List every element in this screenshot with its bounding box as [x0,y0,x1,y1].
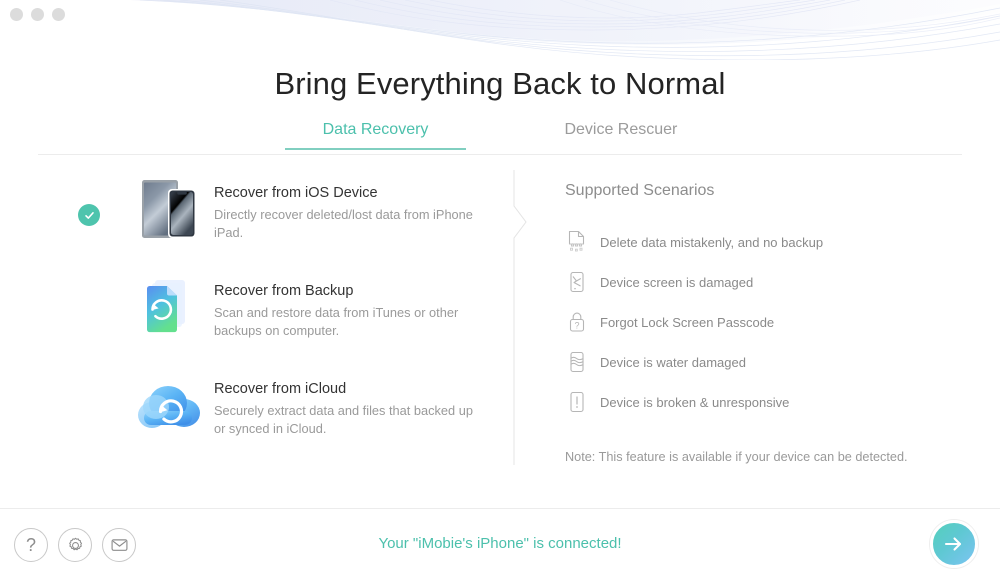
supported-scenarios-panel: Supported Scenarios Delete data mistaken… [565,182,965,464]
scenario-item: Device is broken & unresponsive [565,382,965,422]
tab-data-recovery[interactable]: Data Recovery [284,119,467,150]
option-recover-from-icloud[interactable]: Recover from iCloud Securely extract dat… [80,366,500,444]
scenario-label: Device is water damaged [600,354,746,370]
option-description: Directly recover deleted/lost data from … [214,207,473,240]
cracked-screen-icon [565,270,589,294]
option-title: Recover from Backup [214,283,354,299]
maximize-dot[interactable] [52,8,65,21]
option-description: Securely extract data and files that bac… [214,403,473,436]
selected-check-icon [78,204,100,226]
device-alert-icon [565,390,589,414]
minimize-dot[interactable] [31,8,44,21]
close-dot[interactable] [10,8,23,21]
tab-bar-divider [38,154,962,155]
connection-status-text: Your "iMobie's iPhone" is connected! [378,535,622,552]
footer-bar: ? Your "iMobie's iPhone" is connected! [0,509,1000,580]
scenarios-heading: Supported Scenarios [565,182,715,199]
option-text-block: Recover from iOS Device Directly recover… [214,170,482,242]
scenario-label: Device screen is damaged [600,274,754,290]
option-recover-from-ios-device[interactable]: Recover from iOS Device Directly recover… [78,170,500,248]
option-text-block: Recover from iCloud Securely extract dat… [214,366,482,438]
option-recover-from-backup[interactable]: Recover from Backup Scan and restore dat… [80,268,500,346]
recovery-mode-list: Recover from iOS Device Directly recover… [78,170,500,444]
scenario-label: Delete data mistakenly, and no backup [600,234,824,250]
scenario-item: Device is water damaged [565,342,965,382]
window-controls[interactable] [10,8,65,21]
option-title: Recover from iOS Device [214,185,378,201]
water-damage-icon [565,350,589,374]
panel-divider [513,170,529,465]
option-title: Recover from iCloud [214,381,347,397]
scenario-item: Device screen is damaged [565,262,965,302]
imobie-phonerescue-window: Bring Everything Back to Normal Data Rec… [0,0,1000,580]
main-content: Recover from iOS Device Directly recover… [0,170,1000,505]
scenario-label: Device is broken & unresponsive [600,394,790,410]
tab-bar: Data Recovery Device Rescuer [0,119,1000,150]
arrow-right-icon [944,537,962,551]
next-button[interactable] [930,520,978,568]
svg-text:?: ? [574,320,579,330]
tab-device-rescuer-label: Device Rescuer [564,121,678,138]
backup-folder-refresh-icon [132,268,206,346]
option-text-block: Recover from Backup Scan and restore dat… [214,268,482,340]
tab-data-recovery-label: Data Recovery [322,121,429,138]
document-dissolving-icon [565,230,589,254]
header-wave-decoration [0,0,1000,60]
option-description: Scan and restore data from iTunes or oth… [214,305,459,338]
ipad-iphone-devices-icon [132,170,206,248]
lock-question-icon: ? [565,310,589,334]
tab-device-rescuer[interactable]: Device Rescuer [526,119,715,150]
page-title: Bring Everything Back to Normal [274,66,726,101]
scenario-label: Forgot Lock Screen Passcode [600,314,775,330]
scenario-item: Delete data mistakenly, and no backup [565,222,965,262]
scenario-item: ? Forgot Lock Screen Passcode [565,302,965,342]
icloud-refresh-icon [132,366,206,444]
scenarios-note: Note: This feature is available if your … [565,450,908,464]
